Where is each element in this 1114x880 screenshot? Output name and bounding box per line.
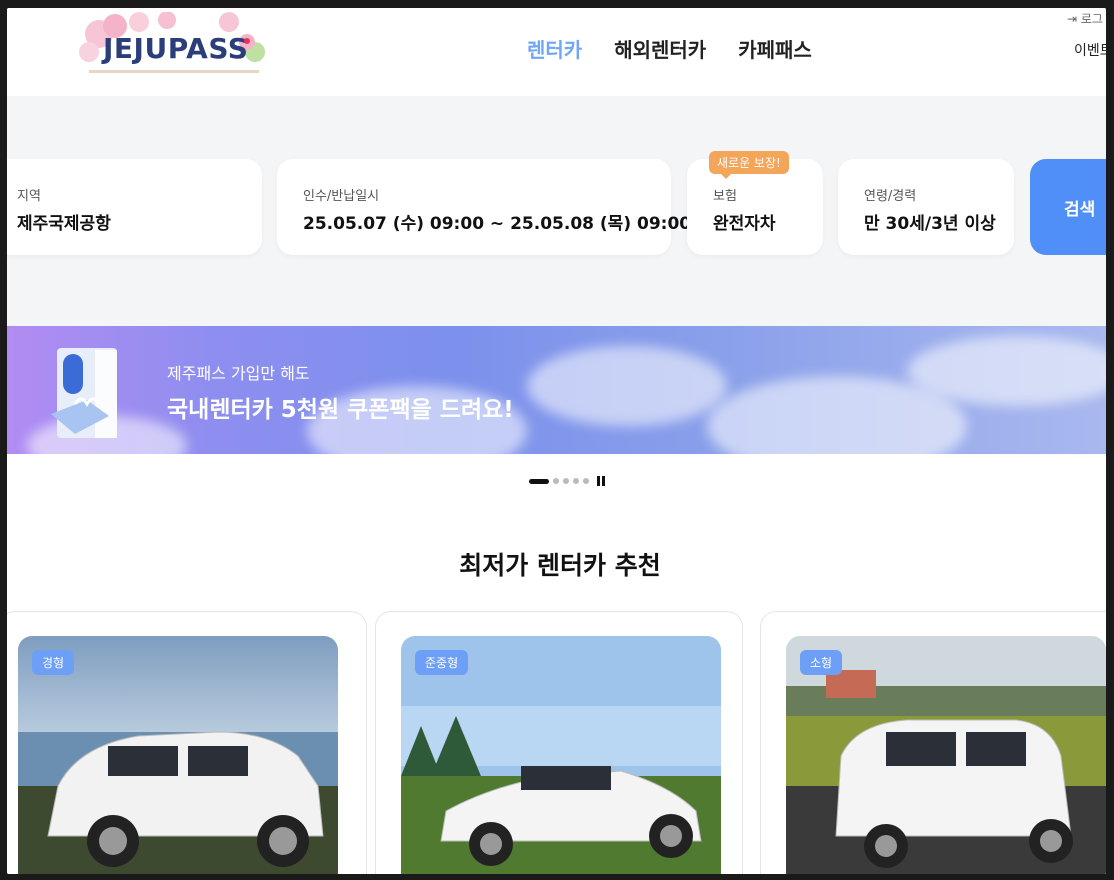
header: JEJUPASS 렌터카 해외렌터카 카페패스 ⇥ 로그 이벤트 xyxy=(7,8,1106,96)
page: JEJUPASS 렌터카 해외렌터카 카페패스 ⇥ 로그 이벤트 지역 제주국제… xyxy=(7,8,1106,874)
region-label: 지역 xyxy=(17,189,41,204)
region-field[interactable]: 지역 제주국제공항 xyxy=(7,159,262,255)
car-image: 경형 xyxy=(18,636,338,874)
insurance-label: 보험 xyxy=(713,189,737,204)
pager-dot[interactable] xyxy=(583,478,589,484)
datetime-label: 인수/반납일시 xyxy=(303,189,380,204)
logo-text: JEJUPASS xyxy=(103,32,249,65)
login-link[interactable]: ⇥ 로그 xyxy=(1067,10,1103,27)
nav-rentcar[interactable]: 렌터카 xyxy=(527,34,582,63)
banner-subtitle: 제주패스 가입만 해도 xyxy=(167,364,310,383)
insurance-value: 완전자차 xyxy=(713,214,776,234)
banner-title: 국내렌터카 5천원 쿠폰팩을 드려요! xyxy=(167,397,514,423)
login-icon: ⇥ xyxy=(1067,12,1078,26)
car-image: 준중형 xyxy=(401,636,721,874)
age-value: 만 30세/3년 이상 xyxy=(864,214,996,234)
car-class-tag: 준중형 xyxy=(415,650,469,675)
age-field[interactable]: 연령/경력 만 30세/3년 이상 xyxy=(838,159,1014,255)
nav-overseas-rentcar[interactable]: 해외렌터카 xyxy=(614,34,706,63)
pager-dot[interactable] xyxy=(573,478,579,484)
car-class-tag: 경형 xyxy=(32,650,75,675)
pause-icon[interactable] xyxy=(597,476,605,486)
section-title: 최저가 렌터카 추천 xyxy=(459,551,661,580)
promo-banner[interactable]: 제주패스 가입만 해도 국내렌터카 5천원 쿠폰팩을 드려요! xyxy=(7,326,1106,454)
car-class-tag: 소형 xyxy=(800,650,843,675)
search-area: 지역 제주국제공항 인수/반납일시 25.05.07 (수) 09:00 ~ 2… xyxy=(7,96,1106,326)
coupon-box-icon xyxy=(51,348,117,438)
pager-dot-active[interactable] xyxy=(529,478,549,484)
banner-pager xyxy=(529,476,605,486)
car-card[interactable]: 소형 xyxy=(760,611,1106,874)
event-link[interactable]: 이벤트 xyxy=(1074,40,1106,60)
region-value: 제주국제공항 xyxy=(17,214,111,234)
datetime-field[interactable]: 인수/반납일시 25.05.07 (수) 09:00 ~ 25.05.08 (목… xyxy=(277,159,691,255)
login-label: 로그 xyxy=(1080,12,1103,26)
nav-cafepass[interactable]: 카페패스 xyxy=(738,34,812,63)
pager-dot[interactable] xyxy=(553,478,559,484)
pager-dot[interactable] xyxy=(563,478,569,484)
new-coverage-badge: 새로운 보장! xyxy=(709,151,789,179)
search-button[interactable]: 검색 xyxy=(1030,159,1106,255)
logo-dot xyxy=(244,38,250,44)
car-card[interactable]: 경형 xyxy=(7,611,367,874)
age-label: 연령/경력 xyxy=(864,189,917,204)
main-nav: 렌터카 해외렌터카 카페패스 xyxy=(527,34,812,63)
car-image: 소형 xyxy=(786,636,1106,874)
car-card[interactable]: 준중형 xyxy=(375,611,743,874)
datetime-value: 25.05.07 (수) 09:00 ~ 25.05.08 (목) 09:00 xyxy=(303,214,692,234)
